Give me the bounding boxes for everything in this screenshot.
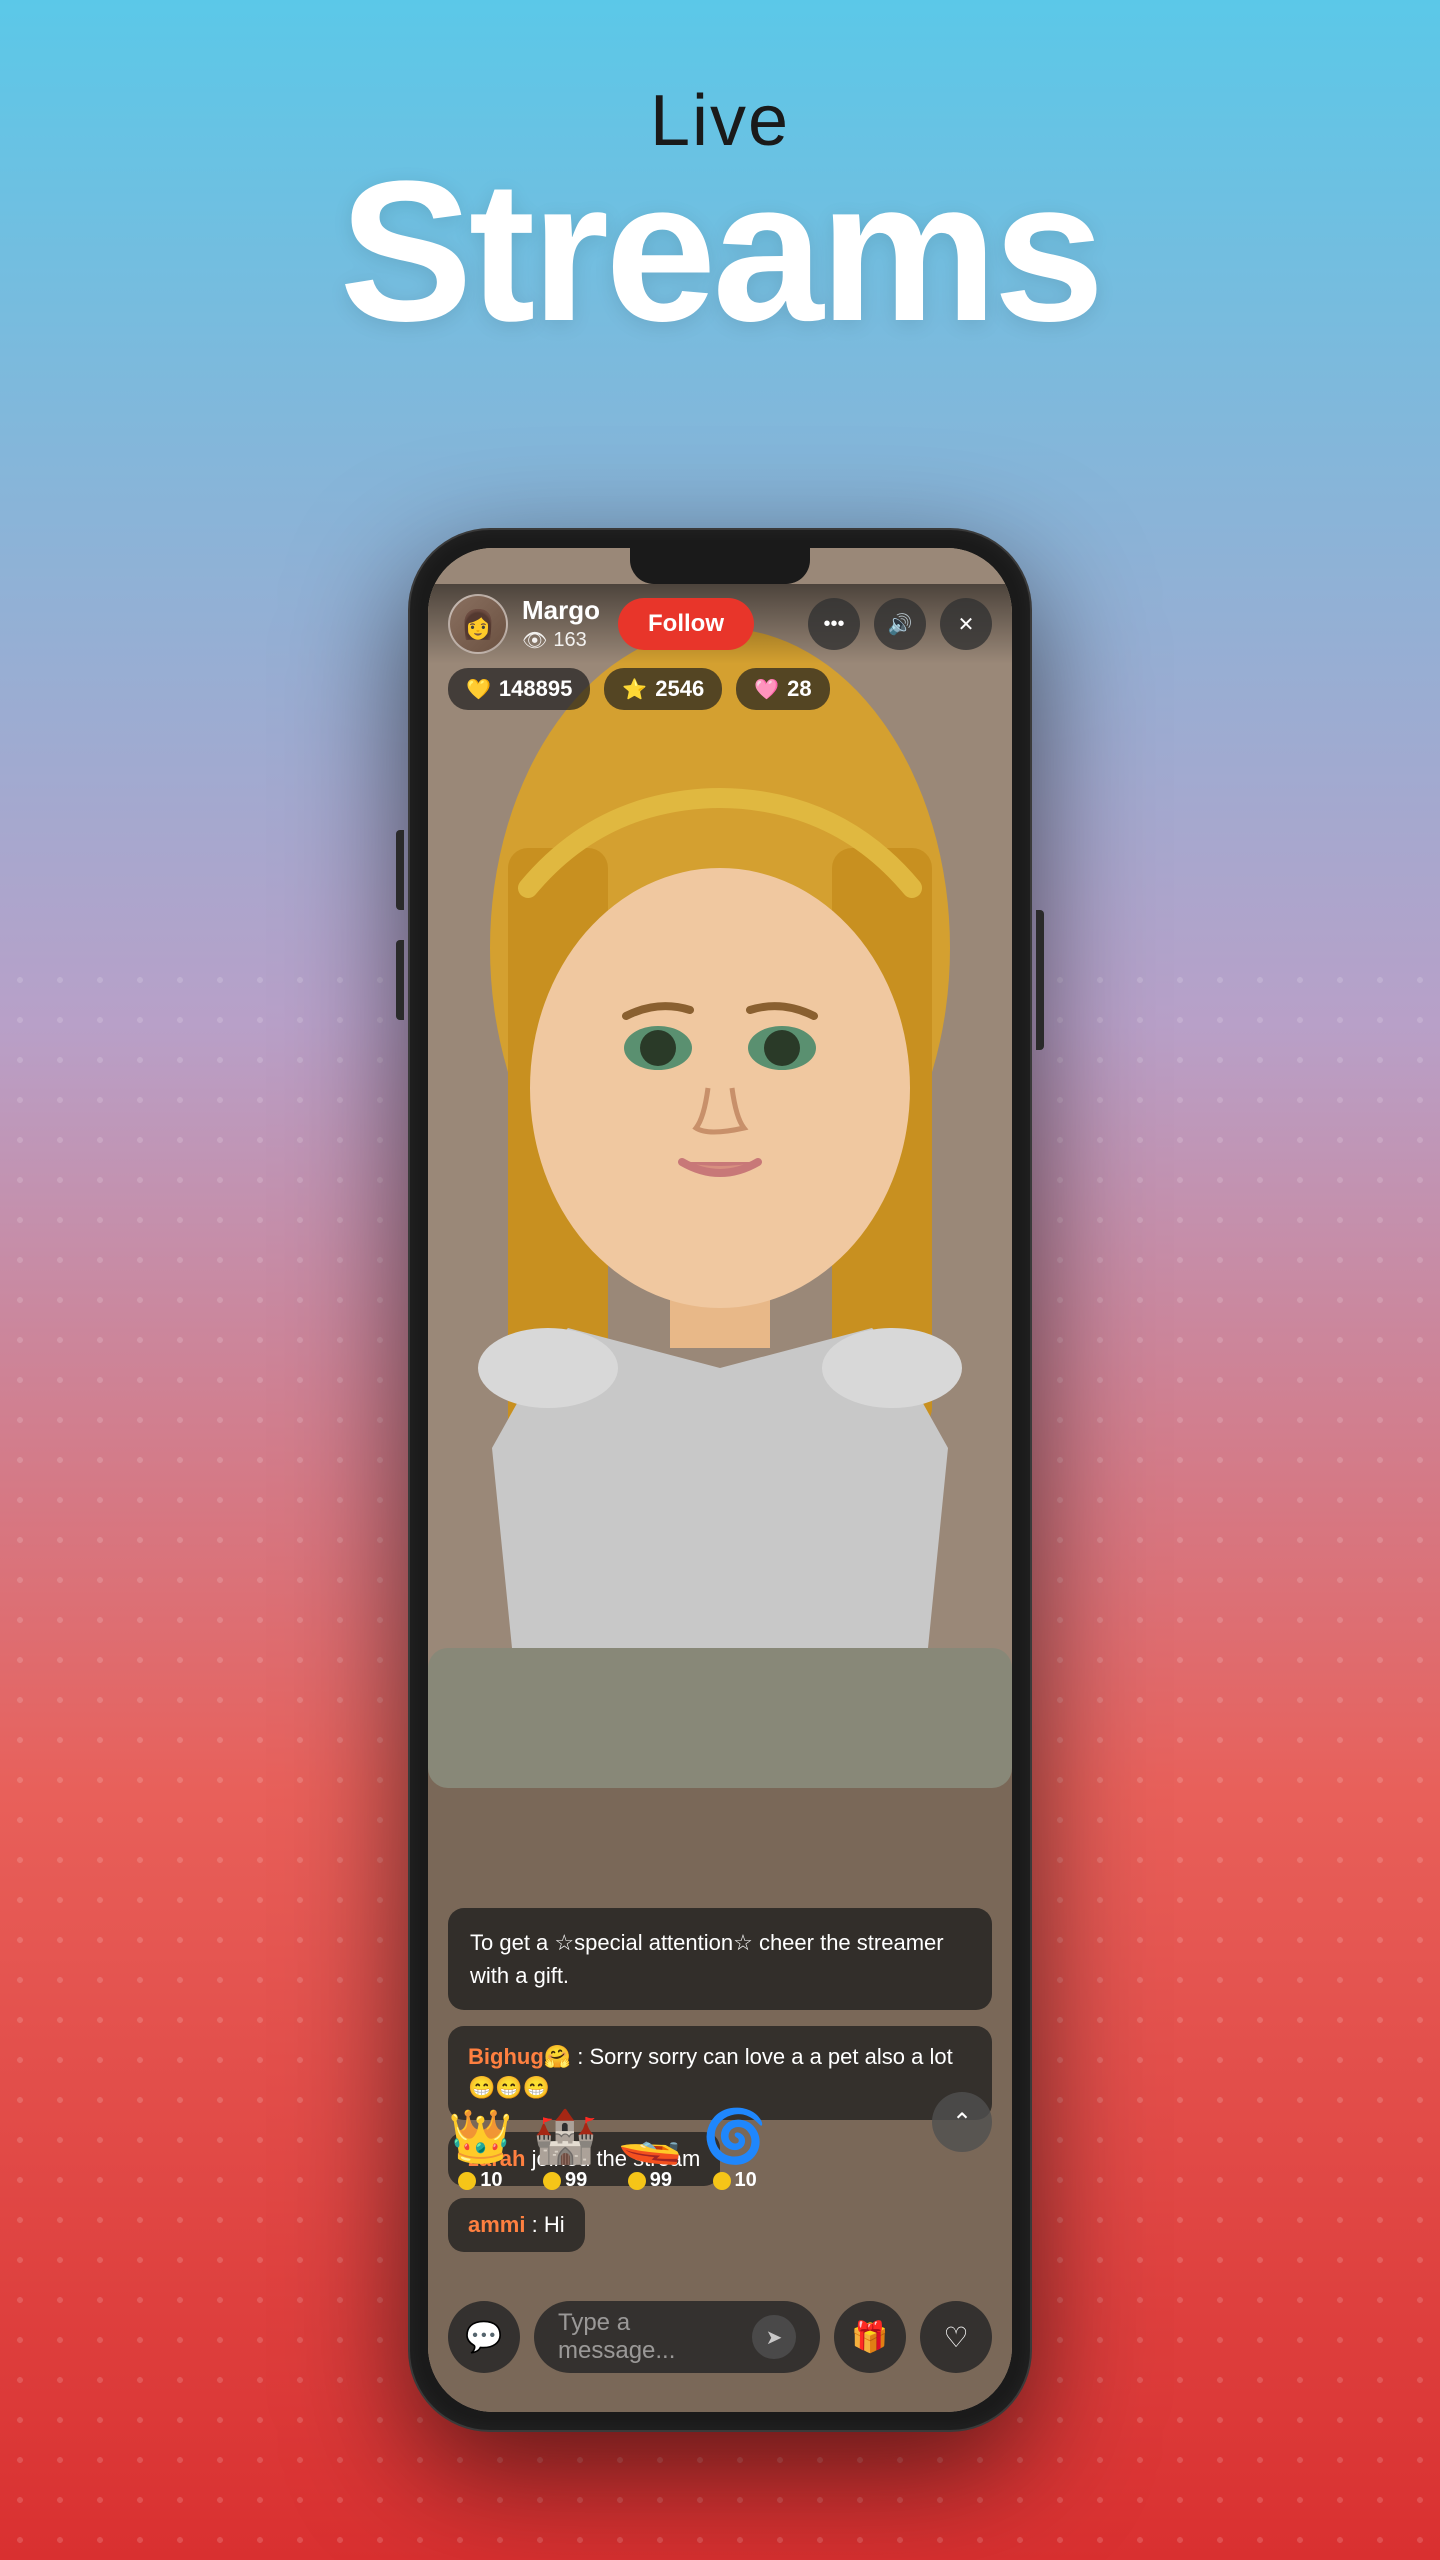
- chat-username-1: Bighug🤗: [468, 2044, 571, 2069]
- more-icon: •••: [823, 613, 844, 636]
- message-placeholder: Type a message...: [558, 2309, 738, 2365]
- gift-price-value-1: 10: [480, 2169, 502, 2192]
- gift-item-3[interactable]: 🚤 99: [618, 2111, 683, 2192]
- chevron-up-icon: ⌃: [952, 2108, 972, 2137]
- stat-coins-value: 148895: [499, 676, 572, 702]
- gift-item-4[interactable]: 🌀 10: [702, 2111, 767, 2192]
- avatar[interactable]: 👩: [448, 594, 508, 654]
- send-button[interactable]: ➤: [752, 2315, 796, 2359]
- follow-button[interactable]: Follow: [618, 598, 754, 650]
- stat-hearts-value: 28: [787, 676, 811, 702]
- streams-label: Streams: [0, 152, 1440, 352]
- phone-screen: 👩 Margo 👁 163 Follow ••• 🔊: [428, 548, 1012, 2412]
- star-icon: ⭐: [622, 677, 647, 702]
- bottom-bar: 💬 Type a message... ➤ 🎁 ♡: [448, 2292, 992, 2382]
- gift-icon: 🎁: [851, 2320, 888, 2355]
- gift-price-4: 10: [713, 2169, 757, 2192]
- close-button[interactable]: ✕: [940, 598, 992, 650]
- header-area: Live Streams: [0, 80, 1440, 352]
- coin-1: [458, 2172, 476, 2190]
- stats-bar: 💛 148895 ⭐ 2546 🩷 28: [448, 668, 830, 710]
- chat-message-2: ammi : Hi: [448, 2198, 585, 2252]
- attention-message: To get a ☆special attention☆ cheer the s…: [448, 1908, 992, 2010]
- gift-item-1[interactable]: 👑 10: [448, 2111, 513, 2192]
- gift-rocket-icon: 🚤: [618, 2111, 683, 2163]
- close-icon: ✕: [958, 612, 975, 637]
- chat-username-2: ammi: [468, 2212, 525, 2237]
- gift-price-1: 10: [458, 2169, 502, 2192]
- streamer-name: Margo: [522, 595, 600, 626]
- coin-icon: 💛: [466, 677, 491, 702]
- gift-castle-icon: 🏰: [533, 2111, 598, 2163]
- chat-text-2: : Hi: [532, 2212, 565, 2237]
- gift-button[interactable]: 🎁: [834, 2301, 906, 2373]
- send-icon: ➤: [766, 2325, 783, 2350]
- gifts-row: 👑 10 🏰 99 🚤: [428, 2092, 1012, 2192]
- gift-crown-icon: 👑: [448, 2111, 513, 2163]
- avatar-emoji: 👩: [461, 608, 496, 641]
- coin-2: [543, 2172, 561, 2190]
- viewer-number: 163: [553, 629, 586, 652]
- heart-icon: ♡: [943, 2321, 968, 2354]
- attention-text: To get a ☆special attention☆ cheer the s…: [470, 1930, 944, 1988]
- phone-outer: 👩 Margo 👁 163 Follow ••• 🔊: [410, 530, 1030, 2430]
- gift-item-2[interactable]: 🏰 99: [533, 2111, 598, 2192]
- gift-sparkle-icon: 🌀: [702, 2111, 767, 2163]
- more-options-button[interactable]: •••: [808, 598, 860, 650]
- stat-stars: ⭐ 2546: [604, 668, 722, 710]
- scroll-up-button[interactable]: ⌃: [932, 2092, 992, 2152]
- heart-button[interactable]: ♡: [920, 2301, 992, 2373]
- stat-stars-value: 2546: [655, 676, 704, 702]
- gift-price-value-2: 99: [565, 2169, 587, 2192]
- top-bar: 👩 Margo 👁 163 Follow ••• 🔊: [428, 584, 1012, 664]
- phone-notch: [630, 548, 810, 584]
- chat-icon-button[interactable]: 💬: [448, 2301, 520, 2373]
- sound-button[interactable]: 🔊: [874, 598, 926, 650]
- gift-price-value-3: 99: [650, 2169, 672, 2192]
- gift-price-2: 99: [543, 2169, 587, 2192]
- chat-area: To get a ☆special attention☆ cheer the s…: [428, 1908, 1012, 2252]
- top-actions: ••• 🔊 ✕: [808, 598, 992, 650]
- coin-4: [713, 2172, 731, 2190]
- coin-3: [628, 2172, 646, 2190]
- streamer-info: Margo 👁 163: [522, 595, 600, 653]
- stat-coins: 💛 148895: [448, 668, 590, 710]
- viewer-count-row: 👁 163: [522, 628, 600, 653]
- message-input-area[interactable]: Type a message... ➤: [534, 2301, 820, 2373]
- heart-stat-icon: 🩷: [754, 677, 779, 702]
- stat-hearts: 🩷 28: [736, 668, 829, 710]
- gift-price-value-4: 10: [735, 2169, 757, 2192]
- chat-bubble-icon: 💬: [465, 2320, 502, 2355]
- eye-icon: 👁: [522, 628, 547, 653]
- gift-price-3: 99: [628, 2169, 672, 2192]
- sound-icon: 🔊: [888, 612, 913, 637]
- phone-mockup: 👩 Margo 👁 163 Follow ••• 🔊: [410, 530, 1030, 2430]
